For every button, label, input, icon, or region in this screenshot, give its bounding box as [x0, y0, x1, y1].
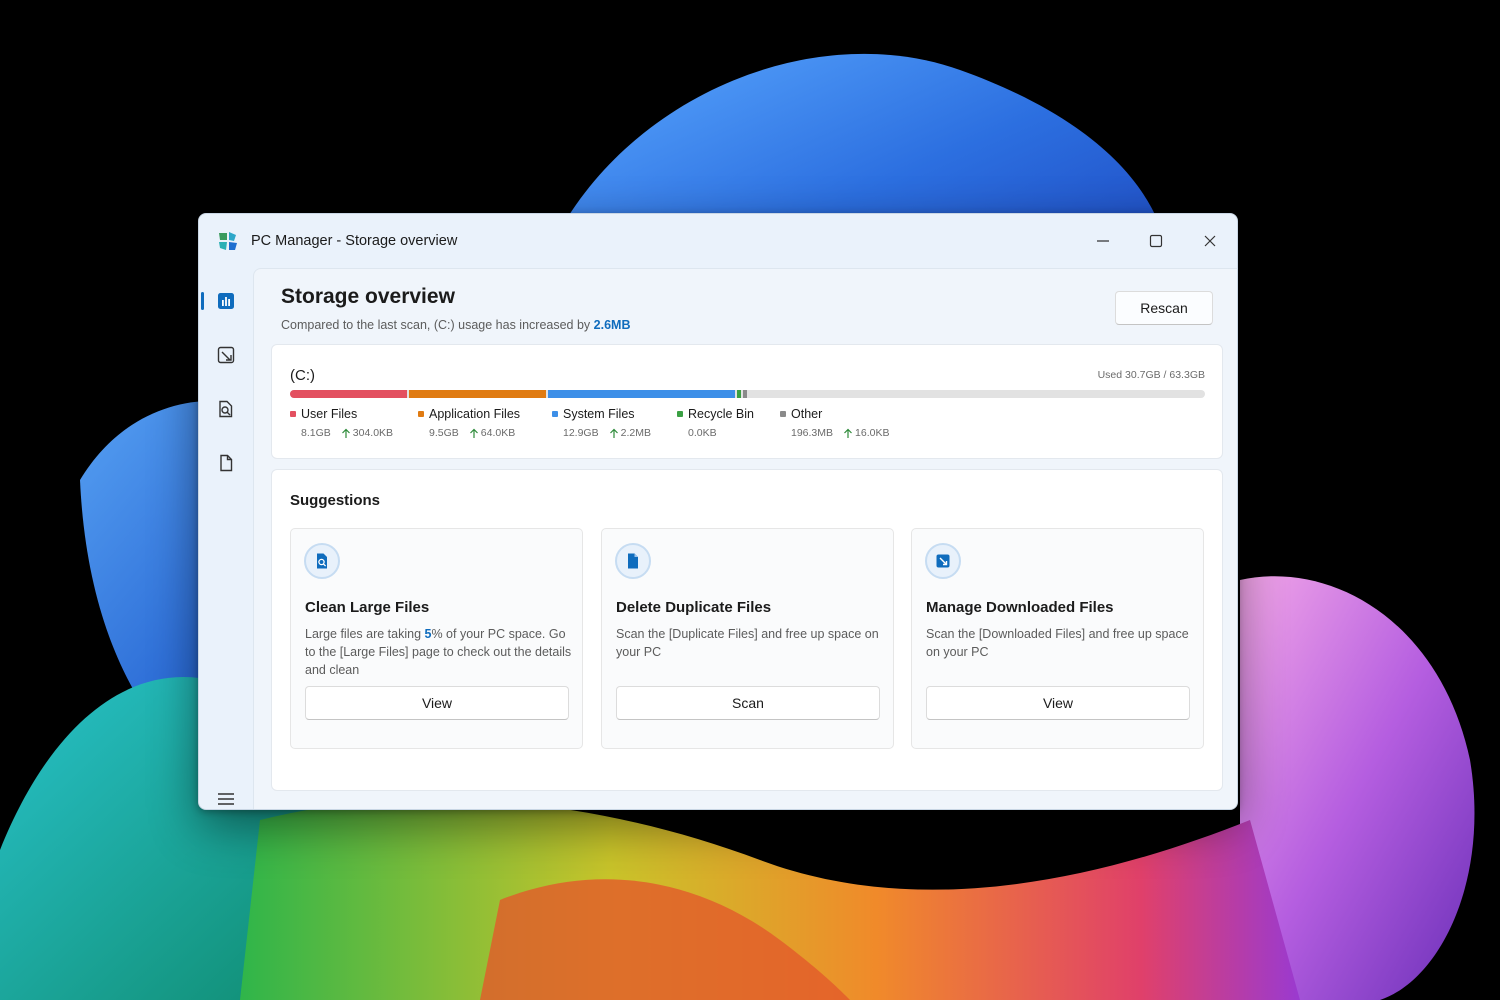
suggestion-tile-downloaded-files: Manage Downloaded Files Scan the [Downlo…	[911, 528, 1204, 749]
tile-heading: Manage Downloaded Files	[926, 599, 1114, 616]
drive-used-text: Used 30.7GB / 63.3GB	[1097, 369, 1205, 381]
usage-increase-value: 2.6MB	[593, 318, 631, 332]
drive-usage-card: (C:) Used 30.7GB / 63.3GB User Files 8.1G…	[271, 344, 1223, 459]
large-files-icon	[304, 543, 340, 579]
duplicate-files-icon	[615, 543, 651, 579]
tile-description: Scan the [Downloaded Files] and free up …	[926, 627, 1189, 659]
drive-label: (C:)	[290, 367, 315, 384]
legend-item: Other 196.3MB 16.0KB	[780, 407, 889, 439]
cleanup-icon	[217, 346, 235, 364]
close-button[interactable]	[1187, 222, 1233, 260]
page-subtitle: Compared to the last scan, (C:) usage ha…	[281, 318, 631, 332]
arrow-up-icon	[341, 428, 350, 438]
usage-segment	[742, 390, 747, 398]
legend-size: 0.0KB	[688, 427, 717, 439]
legend-delta: 2.2MB	[609, 427, 651, 439]
legend-size: 8.1GB	[301, 427, 331, 439]
legend-item: Application Files 9.5GB 64.0KB	[418, 407, 520, 439]
subtitle-text: Compared to the last scan, (C:) usage ha…	[281, 318, 594, 332]
tile-description-text: Large files are taking	[305, 627, 425, 641]
legend-size: 196.3MB	[791, 427, 834, 439]
view-large-files-button[interactable]: View	[305, 686, 569, 720]
legend-color-swatch	[290, 411, 296, 417]
tile-heading: Clean Large Files	[305, 599, 430, 616]
nav-item-file-search[interactable]	[203, 390, 249, 428]
close-icon	[1204, 235, 1216, 247]
chart-icon	[218, 293, 234, 309]
legend-color-swatch	[552, 411, 558, 417]
legend-delta: 64.0KB	[469, 427, 515, 439]
suggestions-card: Suggestions Clean Large Files Large file…	[271, 469, 1223, 791]
suggestion-tile-duplicate-files: Delete Duplicate Files Scan the [Duplica…	[601, 528, 894, 749]
maximize-button[interactable]	[1133, 222, 1179, 260]
legend-label: User Files	[301, 407, 358, 421]
app-window: PC Manager - Storage overview Storage ov…	[198, 213, 1238, 810]
title-bar[interactable]: PC Manager - Storage overview	[199, 214, 1237, 268]
legend-item: System Files 12.9GB 2.2MB	[552, 407, 651, 439]
downloaded-files-icon	[925, 543, 961, 579]
legend-delta: 304.0KB	[341, 427, 393, 439]
legend-color-swatch	[780, 411, 786, 417]
legend-color-swatch	[677, 411, 683, 417]
menu-button[interactable]	[203, 780, 249, 809]
view-downloaded-files-button[interactable]: View	[926, 686, 1190, 720]
suggestions-title: Suggestions	[290, 492, 381, 509]
hamburger-menu-icon	[218, 793, 234, 805]
arrow-up-icon	[469, 428, 478, 438]
page-title: Storage overview	[281, 285, 455, 308]
usage-segment	[409, 390, 547, 398]
nav-item-documents[interactable]	[203, 444, 249, 482]
nav-item-cleanup[interactable]	[203, 336, 249, 374]
main-content: Storage overview Compared to the last sc…	[253, 268, 1237, 809]
usage-segment	[736, 390, 741, 398]
legend-label: System Files	[563, 407, 635, 421]
legend-label: Other	[791, 407, 823, 421]
legend-size: 12.9GB	[563, 427, 599, 439]
legend-size: 9.5GB	[429, 427, 459, 439]
minimize-icon	[1097, 240, 1109, 242]
pc-manager-logo-icon	[219, 232, 237, 250]
legend-color-swatch	[418, 411, 424, 417]
file-search-icon	[219, 400, 233, 418]
usage-bar	[290, 390, 1205, 398]
rescan-button[interactable]: Rescan	[1115, 291, 1213, 325]
usage-segment	[290, 390, 408, 398]
legend-delta: 16.0KB	[843, 427, 889, 439]
legend-label: Application Files	[429, 407, 521, 421]
window-title: PC Manager - Storage overview	[251, 233, 458, 249]
arrow-up-icon	[609, 428, 618, 438]
legend-item: Recycle Bin 0.0KB	[677, 407, 754, 439]
scan-duplicate-files-button[interactable]: Scan	[616, 686, 880, 720]
nav-item-storage-overview[interactable]	[201, 282, 249, 320]
navigation-rail	[199, 268, 253, 809]
tile-heading: Delete Duplicate Files	[616, 599, 772, 616]
maximize-icon	[1149, 234, 1163, 248]
document-icon	[220, 454, 233, 472]
legend-item: User Files 8.1GB 304.0KB	[290, 407, 393, 439]
suggestion-tile-large-files: Clean Large Files Large files are taking…	[290, 528, 583, 749]
minimize-button[interactable]	[1080, 222, 1126, 260]
tile-description: Large files are taking 5% of your PC spa…	[305, 625, 573, 679]
legend-label: Recycle Bin	[688, 407, 754, 421]
tile-description: Scan the [Duplicate Files] and free up s…	[616, 627, 879, 659]
arrow-up-icon	[844, 428, 852, 438]
usage-segment	[548, 390, 735, 398]
